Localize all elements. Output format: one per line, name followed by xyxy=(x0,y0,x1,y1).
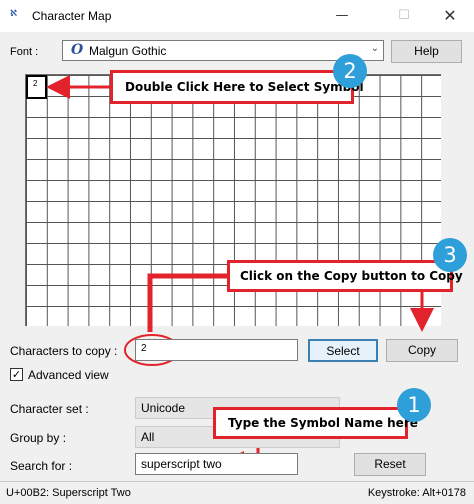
group-by-value: All xyxy=(141,430,155,444)
search-input[interactable]: superscript two xyxy=(135,453,298,475)
step-badge-3: 3 xyxy=(433,238,467,272)
callout-select-symbol: Double Click Here to Select Symbol xyxy=(110,70,364,104)
character-set-label: Character set : xyxy=(10,402,89,416)
arrow-to-characters-box xyxy=(147,273,227,332)
character-set-value: Unicode xyxy=(141,401,186,415)
search-value: superscript two xyxy=(141,457,222,471)
search-for-label: Search for : xyxy=(10,459,73,473)
characters-to-copy-field[interactable]: 2 xyxy=(135,339,298,361)
callout-copy: Click on the Copy button to Copy xyxy=(227,260,463,292)
step-badge-2: 2 xyxy=(333,54,367,88)
advanced-view-label: Advanced view xyxy=(28,368,109,382)
callout-search: Type the Symbol Name here xyxy=(213,407,418,439)
status-bar: U+00B2: Superscript Two Keystroke: Alt+0… xyxy=(0,481,474,504)
characters-to-copy-label: Characters to copy : xyxy=(10,344,118,358)
group-by-label: Group by : xyxy=(10,431,67,445)
advanced-view-checkbox[interactable]: ✓ xyxy=(10,368,23,381)
status-character-info: U+00B2: Superscript Two xyxy=(6,487,131,499)
step-badge-1: 1 xyxy=(397,388,431,422)
copy-button[interactable]: Copy xyxy=(386,339,458,362)
reset-button[interactable]: Reset xyxy=(354,453,426,476)
characters-to-copy-value: 2 xyxy=(141,343,147,354)
select-button[interactable]: Select xyxy=(308,339,378,362)
status-keystroke: Keystroke: Alt+0178 xyxy=(367,487,466,499)
